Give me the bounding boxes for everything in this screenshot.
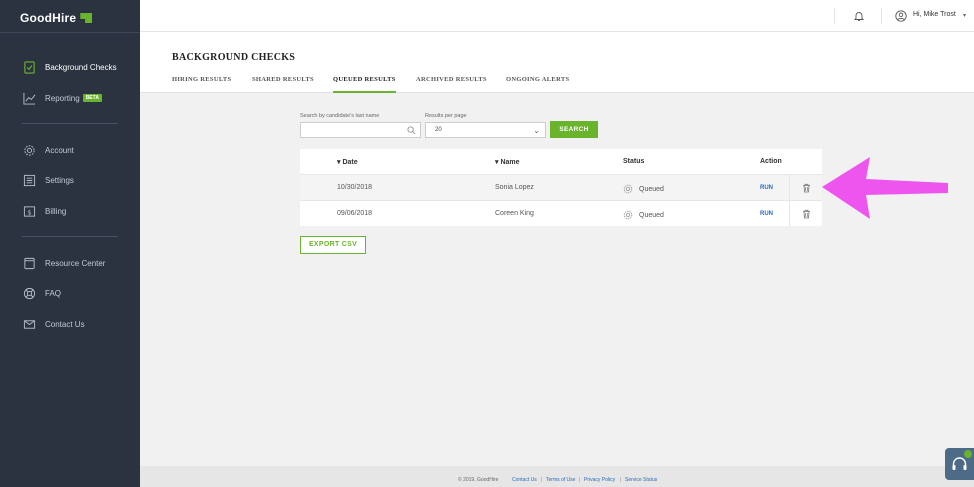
chat-widget-button[interactable]: [945, 448, 974, 480]
queued-gear-icon: [623, 184, 633, 194]
footer-separator: |: [620, 477, 622, 483]
sidebar-item-label: Billing: [45, 206, 67, 216]
tab-ongoing-alerts[interactable]: ONGOING ALERTS: [506, 76, 569, 93]
run-button[interactable]: RUN: [760, 211, 773, 217]
sidebar-item-label: Account: [45, 145, 74, 155]
delete-button[interactable]: [789, 201, 822, 227]
topbar-separator: [881, 8, 882, 24]
tab-archived-results[interactable]: ARCHIVED RESULTS: [416, 76, 487, 93]
gear-icon: [22, 143, 36, 157]
headset-icon: [952, 457, 967, 470]
queued-gear-icon: [623, 210, 633, 220]
delete-button[interactable]: [789, 175, 822, 201]
footer-separator: |: [541, 477, 543, 483]
search-input[interactable]: [300, 122, 421, 138]
table-row: 10/30/2018 Sonia Lopez Queued RUN: [300, 174, 822, 201]
sidebar-item-label: Reporting: [45, 93, 80, 103]
user-greeting[interactable]: Hi, Mike Trost: [913, 11, 956, 18]
logo-text: GoodHire: [20, 11, 77, 25]
row-status: Queued: [623, 210, 664, 220]
chart-icon: [22, 91, 36, 105]
chevron-down-icon: ⌄: [533, 126, 540, 135]
footer-link-privacy[interactable]: Privacy Policy: [584, 477, 615, 483]
sliders-icon: [22, 173, 36, 187]
top-bar: Hi, Mike Trost ▾: [140, 0, 974, 32]
beta-badge: BETA: [82, 94, 102, 102]
dollar-icon: $: [22, 204, 36, 218]
row-date: 09/06/2018: [337, 210, 373, 217]
book-icon: [22, 256, 36, 270]
row-status: Queued: [623, 184, 664, 194]
sidebar-item-label: Contact Us: [45, 319, 85, 329]
status-text: Queued: [639, 185, 664, 193]
document-check-icon: [22, 60, 36, 74]
sidebar-item-billing[interactable]: $ Billing: [0, 198, 140, 224]
sidebar: GoodHire Background Checks Reporting BET…: [0, 0, 140, 487]
search-label: Search by candidate's last name: [300, 113, 380, 119]
results-per-page-select[interactable]: 20 ⌄: [425, 122, 546, 138]
footer: © 2019, GoodHire Contact Us | Terms of U…: [140, 466, 974, 487]
tab-shared-results[interactable]: SHARED RESULTS: [252, 76, 314, 93]
sidebar-item-account[interactable]: Account: [0, 137, 140, 163]
sidebar-item-contact-us[interactable]: Contact Us: [0, 311, 140, 337]
tab-queued-results[interactable]: QUEUED RESULTS: [333, 76, 396, 93]
envelope-icon: [22, 317, 36, 331]
lifebuoy-icon: [22, 286, 36, 300]
sidebar-item-label: Settings: [45, 175, 74, 185]
goodhire-logo[interactable]: GoodHire: [20, 10, 93, 26]
table-row: 09/06/2018 Coreen King Queued RUN: [300, 200, 822, 227]
user-icon[interactable]: [895, 10, 907, 22]
search-icon: [407, 126, 416, 135]
column-header-action: Action: [760, 158, 782, 165]
sidebar-item-settings[interactable]: Settings: [0, 167, 140, 193]
row-name: Sonia Lopez: [495, 184, 534, 191]
run-button[interactable]: RUN: [760, 185, 773, 191]
sidebar-item-reporting[interactable]: Reporting BETA: [0, 85, 140, 111]
search-button[interactable]: SEARCH: [550, 121, 598, 138]
export-csv-button[interactable]: EXPORT CSV: [300, 236, 366, 254]
topbar-separator: [834, 8, 835, 24]
footer-link-contact-us[interactable]: Contact Us: [512, 477, 537, 483]
column-header-date[interactable]: ▾ Date: [337, 158, 358, 166]
row-name: Coreen King: [495, 210, 534, 217]
footer-copyright: © 2019, GoodHire: [458, 477, 499, 483]
page-header: BACKGROUND CHECKS HIRING RESULTS SHARED …: [140, 32, 974, 93]
sidebar-divider: [22, 123, 118, 124]
trash-icon: [802, 209, 810, 219]
sidebar-item-faq[interactable]: FAQ: [0, 280, 140, 306]
sidebar-divider: [0, 32, 140, 33]
bell-icon[interactable]: [853, 10, 865, 22]
sidebar-item-resource-center[interactable]: Resource Center: [0, 250, 140, 276]
sidebar-item-background-checks[interactable]: Background Checks: [0, 54, 140, 80]
column-header-status: Status: [623, 158, 645, 165]
footer-link-service-status[interactable]: Service Status: [625, 477, 657, 483]
results-per-page-label: Results per page: [425, 113, 467, 119]
svg-text:$: $: [27, 208, 31, 216]
annotation-arrow-icon: [822, 157, 948, 219]
logo-mark-icon: [80, 13, 93, 23]
sidebar-divider: [22, 236, 118, 237]
tab-hiring-results[interactable]: HIRING RESULTS: [172, 76, 231, 93]
sidebar-item-label: Resource Center: [45, 258, 106, 268]
trash-icon: [802, 183, 810, 193]
results-table: ▾ Date ▾ Name Status Action 10/30/2018 S…: [300, 149, 822, 227]
row-date: 10/30/2018: [337, 184, 373, 191]
caret-down-icon[interactable]: ▾: [963, 12, 966, 19]
column-header-name[interactable]: ▾ Name: [495, 158, 520, 166]
sidebar-item-label: FAQ: [45, 288, 62, 298]
footer-separator: |: [579, 477, 581, 483]
sidebar-item-label: Background Checks: [45, 62, 117, 72]
results-per-page-value: 20: [435, 127, 442, 133]
status-text: Queued: [639, 211, 664, 219]
footer-link-terms[interactable]: Terms of Use: [546, 477, 575, 483]
page-title: BACKGROUND CHECKS: [172, 52, 296, 63]
